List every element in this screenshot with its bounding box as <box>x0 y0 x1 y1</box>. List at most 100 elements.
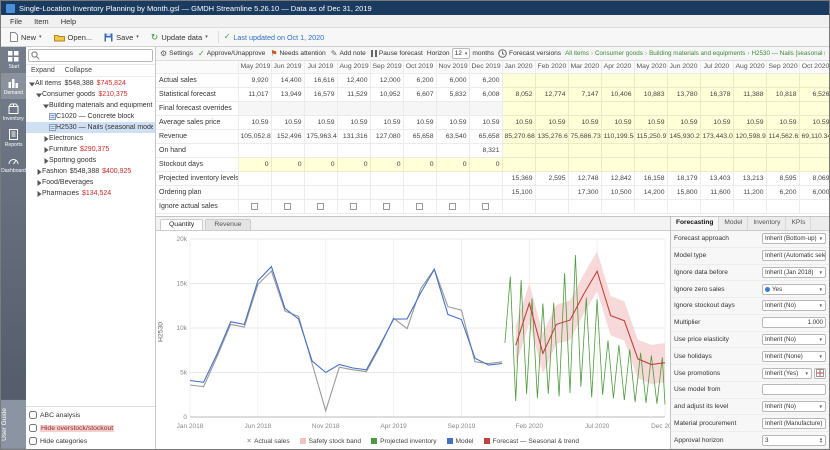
cell-ignore-actual-sales[interactable] <box>238 199 271 213</box>
cell-stockout-days[interactable]: 0 <box>370 157 403 171</box>
cell-stockout-days[interactable]: 0 <box>337 157 370 171</box>
cell-statistical-forecast[interactable]: 10,818 <box>766 87 799 101</box>
cell-stockout-days[interactable]: 0 <box>304 157 337 171</box>
cell-stockout-days[interactable] <box>601 157 634 171</box>
cell-actual-sales[interactable]: 6,200 <box>469 73 502 87</box>
chevron-collapsed-icon[interactable] <box>35 169 42 175</box>
cell-projected-inventory-levels[interactable]: 18,179 <box>667 171 700 185</box>
cell-ordering-plan[interactable]: 15,100 <box>502 185 535 199</box>
cell-on-hand[interactable] <box>634 143 667 157</box>
chevron-collapsed-icon[interactable] <box>42 136 49 142</box>
cell-actual-sales[interactable]: 9,920 <box>238 73 271 87</box>
prop-value-ignore-stockout-days[interactable]: Inherit (No)▼ <box>762 300 826 311</box>
ignore-actual-sales-checkbox[interactable] <box>416 203 423 210</box>
ignore-actual-sales-checkbox[interactable] <box>317 203 324 210</box>
cell-revenue[interactable]: 131,316 <box>337 129 370 143</box>
cell-final-forecast-overrides[interactable] <box>568 101 601 115</box>
nav-item-dashboard[interactable]: Dashboard <box>1 151 26 177</box>
cell-revenue[interactable]: 120,598.92 <box>733 129 766 143</box>
cell-on-hand[interactable] <box>238 143 271 157</box>
cell-on-hand[interactable] <box>568 143 601 157</box>
cell-on-hand[interactable] <box>370 143 403 157</box>
expand-button[interactable]: Expand <box>31 67 55 74</box>
tree-item[interactable]: H2530 — Nails (seasonal model) <box>26 122 155 133</box>
tab-inventory[interactable]: Inventory <box>748 217 786 230</box>
tree-item[interactable]: Electronics <box>26 133 155 144</box>
cell-revenue[interactable]: 127,080 <box>370 129 403 143</box>
cell-average-sales-price[interactable]: 10.59 <box>766 115 799 129</box>
cell-statistical-forecast[interactable]: 13,949 <box>271 87 304 101</box>
cell-final-forecast-overrides[interactable] <box>436 101 469 115</box>
ignore-actual-sales-checkbox[interactable] <box>284 203 291 210</box>
menu-file[interactable]: File <box>4 16 28 27</box>
pause-forecast-button[interactable]: Pause forecast <box>371 50 423 57</box>
cell-actual-sales[interactable] <box>766 73 799 87</box>
cell-actual-sales[interactable] <box>667 73 700 87</box>
cell-ordering-plan[interactable] <box>337 185 370 199</box>
cell-average-sales-price[interactable]: 10.59 <box>469 115 502 129</box>
tree-item[interactable]: Building materials and equipment <box>26 100 155 111</box>
cell-on-hand[interactable] <box>667 143 700 157</box>
cell-projected-inventory-levels[interactable]: 12,748 <box>568 171 601 185</box>
cell-final-forecast-overrides[interactable] <box>502 101 535 115</box>
cell-projected-inventory-levels[interactable] <box>469 171 502 185</box>
chevron-collapsed-icon[interactable] <box>42 147 49 153</box>
cell-actual-sales[interactable] <box>700 73 733 87</box>
tree-item[interactable]: Pharmacies$134,524 <box>26 188 155 199</box>
cell-revenue[interactable]: 75,686.73 <box>568 129 601 143</box>
chevron-expanded-icon[interactable] <box>42 103 49 109</box>
ignore-actual-sales-checkbox[interactable] <box>449 203 456 210</box>
cell-revenue[interactable]: 115,250.97 <box>634 129 667 143</box>
cell-statistical-forecast[interactable]: 16,579 <box>304 87 337 101</box>
cell-revenue[interactable]: 110,199.54 <box>601 129 634 143</box>
cell-projected-inventory-levels[interactable] <box>304 171 337 185</box>
cell-final-forecast-overrides[interactable] <box>601 101 634 115</box>
cell-revenue[interactable]: 85,270.68 <box>502 129 535 143</box>
cell-on-hand[interactable] <box>271 143 304 157</box>
cell-projected-inventory-levels[interactable] <box>271 171 304 185</box>
cell-revenue[interactable]: 114,562.62 <box>766 129 799 143</box>
prop-value-use-promotions[interactable]: Inherit (Yes)▼ <box>762 368 812 379</box>
cell-projected-inventory-levels[interactable]: 12,842 <box>601 171 634 185</box>
cell-on-hand[interactable] <box>337 143 370 157</box>
cell-ordering-plan[interactable] <box>403 185 436 199</box>
cell-ordering-plan[interactable] <box>436 185 469 199</box>
breadcrumb-segment[interactable]: Building materials and equipments <box>649 50 745 57</box>
cell-ordering-plan[interactable] <box>304 185 337 199</box>
cell-average-sales-price[interactable]: 10.59 <box>535 115 568 129</box>
cell-ignore-actual-sales[interactable] <box>799 199 829 213</box>
tree-item[interactable]: Food/Beverages <box>26 177 155 188</box>
cell-statistical-forecast[interactable]: 11,529 <box>337 87 370 101</box>
cell-on-hand[interactable] <box>766 143 799 157</box>
new-button[interactable]: New▾ <box>5 30 47 44</box>
cell-ordering-plan[interactable]: 11,200 <box>733 185 766 199</box>
tab-model[interactable]: Model <box>719 217 748 230</box>
abc-analysis-checkbox[interactable] <box>29 411 37 419</box>
cell-projected-inventory-levels[interactable] <box>337 171 370 185</box>
ignore-actual-sales-checkbox[interactable] <box>383 203 390 210</box>
settings-button[interactable]: ⚙Settings <box>160 50 193 58</box>
cell-ignore-actual-sales[interactable] <box>469 199 502 213</box>
cell-final-forecast-overrides[interactable] <box>634 101 667 115</box>
cell-final-forecast-overrides[interactable] <box>535 101 568 115</box>
cell-revenue[interactable]: 65,658 <box>469 129 502 143</box>
cell-average-sales-price[interactable]: 10.59 <box>667 115 700 129</box>
cell-actual-sales[interactable] <box>535 73 568 87</box>
cell-stockout-days[interactable] <box>766 157 799 171</box>
cell-on-hand[interactable] <box>304 143 337 157</box>
cell-ignore-actual-sales[interactable] <box>403 199 436 213</box>
cell-average-sales-price[interactable]: 10.59 <box>799 115 829 129</box>
tab-forecasting[interactable]: Forecasting <box>671 217 719 230</box>
cell-ignore-actual-sales[interactable] <box>436 199 469 213</box>
cell-final-forecast-overrides[interactable] <box>766 101 799 115</box>
cell-ignore-actual-sales[interactable] <box>634 199 667 213</box>
cell-average-sales-price[interactable]: 10.59 <box>733 115 766 129</box>
cell-ordering-plan[interactable]: 10,500 <box>601 185 634 199</box>
add-note-button[interactable]: ✎Add note <box>331 50 366 58</box>
cell-on-hand[interactable] <box>436 143 469 157</box>
cell-on-hand[interactable] <box>601 143 634 157</box>
cell-stockout-days[interactable] <box>700 157 733 171</box>
cell-actual-sales[interactable]: 14,400 <box>271 73 304 87</box>
cell-actual-sales[interactable] <box>799 73 829 87</box>
cell-average-sales-price[interactable]: 10.59 <box>370 115 403 129</box>
